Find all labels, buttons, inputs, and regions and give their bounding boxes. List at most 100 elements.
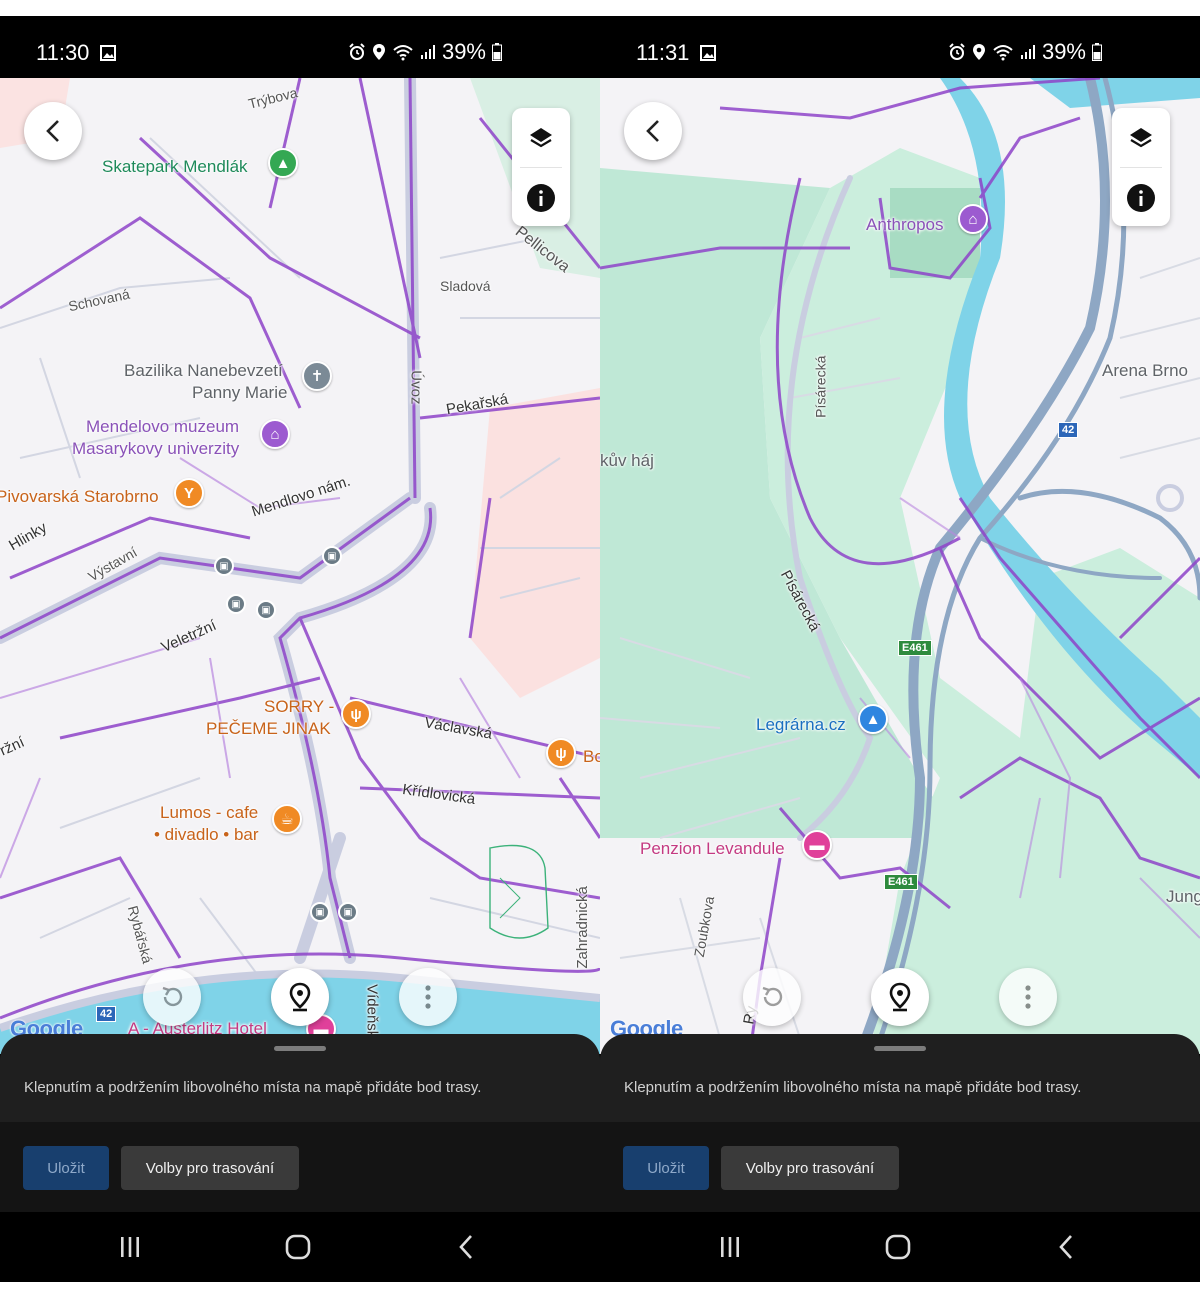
location-icon [972, 44, 985, 60]
bar-icon[interactable]: Y [174, 478, 204, 508]
recents-icon [721, 1237, 739, 1257]
map-pin-icon [889, 982, 911, 1012]
shop-icon[interactable]: ▲ [858, 704, 888, 734]
street-label: Úvoz [407, 370, 425, 405]
chevron-left-icon [46, 120, 59, 142]
layers-button[interactable] [512, 108, 570, 167]
recent-apps-button[interactable] [710, 1230, 750, 1264]
status-bar: 11:31 39% [600, 16, 1200, 78]
signal-icon [1020, 45, 1035, 59]
more-options-button[interactable] [399, 968, 457, 1026]
map-view[interactable]: Anthropos ⌂ Arena Brno Legrárna.cz ▲ Pen… [600, 78, 1200, 1054]
church-icon[interactable]: ✝ [302, 361, 332, 391]
phone-screen-right: 11:31 39% Anthropos ⌂ Arena Brno Legrárn… [600, 16, 1200, 1282]
place-skatepark: Skatepark Mendlák [102, 157, 248, 176]
tram-stop-icon[interactable]: ▣ [310, 902, 330, 922]
back-arrow-icon [1059, 1235, 1072, 1259]
info-button[interactable] [1112, 168, 1170, 227]
info-icon [527, 183, 555, 212]
place-legrarna: Legrárna.cz [756, 715, 846, 734]
tram-stop-icon[interactable]: ▣ [256, 600, 276, 620]
street-label: Písárecká [812, 355, 829, 418]
info-button[interactable] [512, 168, 570, 227]
add-waypoint-button[interactable] [871, 968, 929, 1026]
status-time: 11:30 [36, 40, 90, 65]
place-bo: Bo [583, 747, 600, 766]
tram-stop-icon[interactable]: ▣ [322, 546, 342, 566]
sheet-action-bar: Uložit Volby pro trasování [600, 1122, 1200, 1214]
info-icon [1127, 183, 1155, 212]
system-back-button[interactable] [1046, 1230, 1086, 1264]
road-shield: 42 [1058, 422, 1079, 438]
road-shield: E461 [898, 640, 932, 656]
map-view[interactable]: Trýbova Schovaná Sladová Pellicova Úvoz … [0, 78, 600, 1054]
place-lumos-line2: • divadlo • bar [154, 825, 259, 844]
sheet-drag-handle[interactable] [874, 1046, 926, 1051]
wifi-icon [393, 45, 413, 61]
bottom-sheet: Klepnutím a podržením libovolného místa … [0, 1034, 600, 1214]
map-graphics [0, 78, 600, 1054]
more-vertical-icon [425, 985, 431, 1009]
cafe-icon[interactable]: ☕ [272, 804, 302, 834]
more-options-button[interactable] [999, 968, 1057, 1026]
chevron-left-icon [646, 120, 659, 142]
place-bazilika-line1: Bazilika Nanebevzetí [124, 361, 283, 380]
place-bazilika-line2: Panny Marie [192, 383, 288, 402]
map-controls-card [512, 108, 570, 226]
home-icon [285, 1234, 311, 1260]
sheet-drag-handle[interactable] [274, 1046, 326, 1051]
hotel-icon[interactable]: ▬ [802, 830, 832, 860]
undo-button[interactable] [743, 968, 801, 1026]
back-button[interactable] [24, 102, 82, 160]
area-label: kův háj [600, 451, 654, 470]
gallery-notification-icon [100, 45, 116, 61]
place-lumos-line1: Lumos - cafe [160, 803, 259, 822]
system-nav-bar [600, 1212, 1200, 1282]
restaurant-icon[interactable]: ψ [546, 738, 576, 768]
battery-percent: 39% [1041, 39, 1086, 64]
sheet-action-bar: Uložit Volby pro trasování [0, 1122, 600, 1214]
museum-icon[interactable]: ⌂ [260, 419, 290, 449]
undo-icon [762, 986, 783, 1007]
bottom-sheet: Klepnutím a podržením libovolného místa … [600, 1034, 1200, 1214]
map-controls-card [1112, 108, 1170, 226]
undo-button[interactable] [143, 968, 201, 1026]
waypoint-hint-text: Klepnutím a podržením libovolného místa … [24, 1079, 482, 1096]
status-bar: 11:30 39% [0, 16, 600, 78]
recent-apps-button[interactable] [110, 1230, 150, 1264]
signal-icon [420, 45, 435, 59]
alarm-icon [349, 43, 365, 60]
back-button[interactable] [624, 102, 682, 160]
routing-options-button[interactable]: Volby pro trasování [121, 1146, 299, 1190]
system-back-button[interactable] [446, 1230, 486, 1264]
map-pin-icon [289, 982, 311, 1012]
place-sorry-line2: PEČEME JINAK [206, 719, 331, 738]
add-waypoint-button[interactable] [271, 968, 329, 1026]
restaurant-icon[interactable]: ψ [341, 699, 371, 729]
home-button[interactable] [278, 1230, 318, 1264]
bus-stop-icon[interactable]: ▣ [338, 902, 358, 922]
home-button[interactable] [878, 1230, 918, 1264]
save-button[interactable]: Uložit [623, 1146, 709, 1190]
battery-percent: 39% [441, 39, 486, 64]
park-icon[interactable]: ▲ [268, 148, 298, 178]
place-arena: Arena Brno [1102, 361, 1188, 380]
bus-stop-icon[interactable]: ▣ [214, 556, 234, 576]
layers-button[interactable] [1112, 108, 1170, 167]
place-anthropos: Anthropos [866, 215, 944, 234]
battery-icon [492, 43, 502, 61]
wifi-icon [993, 45, 1013, 61]
layers-icon [1130, 127, 1152, 147]
status-time: 11:31 [636, 40, 690, 65]
recents-icon [121, 1237, 139, 1257]
routing-options-button[interactable]: Volby pro trasování [721, 1146, 899, 1190]
alarm-icon [949, 43, 965, 60]
tram-stop-icon[interactable]: ▣ [226, 594, 246, 614]
save-button[interactable]: Uložit [23, 1146, 109, 1190]
system-nav-bar [0, 1212, 600, 1282]
location-icon [372, 44, 385, 60]
place-jung: Jung [1166, 887, 1200, 906]
back-arrow-icon [459, 1235, 472, 1259]
street-label: Zahradnická [573, 886, 591, 969]
museum-icon[interactable]: ⌂ [958, 204, 988, 234]
